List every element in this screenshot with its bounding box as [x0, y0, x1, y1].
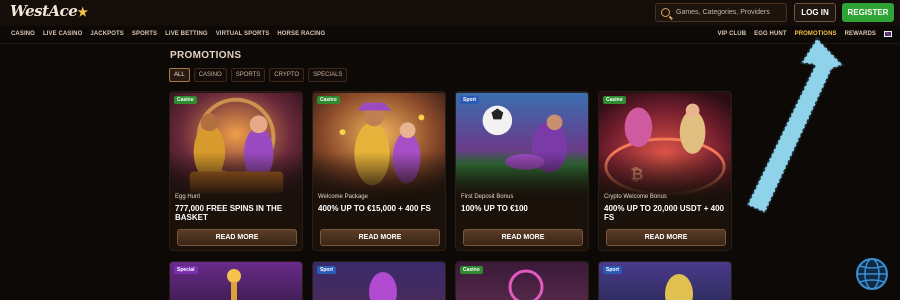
search-icon: [661, 8, 670, 17]
promo-card-row2-3[interactable]: Casino: [455, 261, 589, 300]
site-logo[interactable]: WestAce★: [10, 2, 88, 20]
nav-item-jackpots[interactable]: JACKPOTS: [90, 31, 123, 37]
page-title: PROMOTIONS: [170, 50, 242, 61]
logo-star-icon: ★: [77, 5, 88, 19]
login-button[interactable]: LOG IN: [794, 3, 836, 22]
category-badge: Sport: [603, 266, 623, 274]
category-badge: Casino: [460, 266, 483, 274]
flag-uk-icon[interactable]: [884, 31, 892, 37]
read-more-button[interactable]: READ MORE: [320, 229, 440, 246]
category-badge: Casino: [603, 96, 626, 104]
read-more-button[interactable]: READ MORE: [177, 229, 297, 246]
promo-card-first-deposit[interactable]: Sport First Deposit Bonus 100% UP TO €10…: [455, 91, 589, 251]
read-more-button[interactable]: READ MORE: [463, 229, 583, 246]
promo-headline: 400% UP TO 20,000 USDT + 400 FS: [604, 204, 724, 222]
register-button[interactable]: REGISTER: [842, 3, 894, 22]
category-badge: Sport: [460, 96, 480, 104]
promo-subtitle: First Deposit Bonus: [461, 194, 514, 200]
category-badge: Sport: [317, 266, 337, 274]
promo-card-row2-2[interactable]: Sport: [312, 261, 446, 300]
promo-subtitle: Welcome Package: [318, 194, 368, 200]
filter-all[interactable]: ALL: [169, 68, 190, 82]
arrow-annotation: [746, 37, 844, 214]
promo-headline: 100% UP TO €100: [461, 204, 528, 213]
read-more-button[interactable]: READ MORE: [606, 229, 726, 246]
promo-headline: 777,000 FREE SPINS IN THE BASKET: [175, 204, 283, 222]
search-placeholder: Games, Categories, Providers: [676, 9, 770, 16]
promo-subtitle: Egg Hunt: [175, 194, 201, 200]
filter-chips: ALL CASINO SPORTS CRYPTO SPECIALS: [169, 68, 348, 82]
promo-card-row2-1[interactable]: Special: [169, 261, 303, 300]
nav-item-virtual-sports[interactable]: VIRTUAL SPORTS: [216, 31, 270, 37]
nav-item-casino[interactable]: CASINO: [11, 31, 35, 37]
promo-subtitle: Crypto Welcome Bonus: [604, 194, 667, 200]
filter-casino[interactable]: CASINO: [193, 68, 227, 82]
promo-card-row2-4[interactable]: Sport: [598, 261, 732, 300]
nav-item-sports[interactable]: SPORTS: [132, 31, 157, 37]
globe-icon[interactable]: [855, 257, 889, 291]
promo-card-egg-hunt[interactable]: Casino Egg Hunt 777,000 FREE SPINS IN TH…: [169, 91, 303, 251]
filter-crypto[interactable]: CRYPTO: [269, 68, 305, 82]
nav-item-rewards[interactable]: REWARDS: [845, 31, 876, 37]
filter-specials[interactable]: SPECIALS: [308, 68, 348, 82]
promo-card-crypto-welcome[interactable]: ₿ Casino Crypto Welcome Bonus 400% UP TO…: [598, 91, 732, 251]
search-input[interactable]: Games, Categories, Providers: [655, 3, 787, 22]
nav-item-horse-racing[interactable]: HORSE RACING: [277, 31, 325, 37]
category-badge: Special: [174, 266, 198, 274]
nav-item-live-betting[interactable]: LIVE BETTING: [165, 31, 208, 37]
nav-item-live-casino[interactable]: LIVE CASINO: [43, 31, 82, 37]
top-bar: WestAce★ Games, Categories, Providers LO…: [0, 0, 900, 26]
category-badge: Casino: [317, 96, 340, 104]
promo-card-welcome-package[interactable]: Casino Welcome Package 400% UP TO €15,00…: [312, 91, 446, 251]
promo-headline: 400% UP TO €15,000 + 400 FS: [318, 204, 431, 213]
category-badge: Casino: [174, 96, 197, 104]
filter-sports[interactable]: SPORTS: [230, 68, 266, 82]
